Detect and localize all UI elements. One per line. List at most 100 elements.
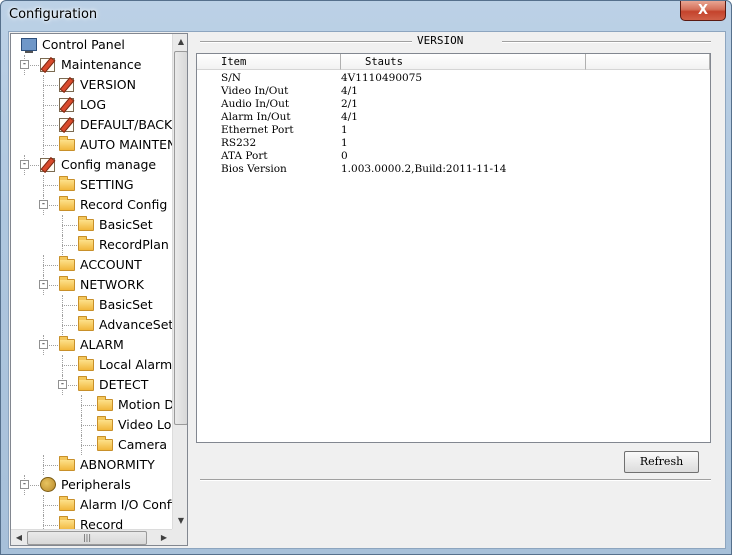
- tree-connector: [43, 125, 58, 126]
- expander-icon[interactable]: -: [20, 160, 29, 169]
- version-list[interactable]: Item Stauts S/N 4V1110490075 Video In/Out 4…: [196, 53, 711, 443]
- tree-item[interactable]: SETTING: [11, 175, 171, 195]
- tree-item[interactable]: - Maintenance: [11, 55, 171, 75]
- tree-item[interactable]: - NETWORK: [11, 275, 171, 295]
- tools-icon: [40, 158, 55, 172]
- tree-item[interactable]: Local Alarm: [11, 355, 172, 375]
- tree-item[interactable]: BasicSet: [11, 295, 171, 315]
- tree-connector: [43, 75, 44, 95]
- expander-icon[interactable]: -: [20, 60, 29, 69]
- folder-icon: [78, 316, 94, 331]
- expander-icon[interactable]: -: [39, 200, 48, 209]
- tree-item[interactable]: Camera M: [11, 435, 182, 455]
- scroll-up-icon[interactable]: ▲: [173, 34, 187, 50]
- tree-item[interactable]: ABNORMITY: [11, 455, 171, 475]
- tree-item[interactable]: AUTO MAINTENA: [11, 135, 185, 155]
- folder-icon: [59, 456, 75, 471]
- scroll-down-icon[interactable]: ▼: [173, 513, 187, 529]
- tree-vertical-scrollbar[interactable]: ▲ ▼: [172, 34, 187, 529]
- version-item-value: 0: [341, 150, 348, 162]
- expander-icon[interactable]: -: [58, 380, 67, 389]
- tree-connector: [62, 325, 77, 326]
- tree-connector: [43, 95, 44, 115]
- tree-item[interactable]: Motion De: [11, 395, 182, 415]
- tree-item[interactable]: DEFAULT/BACKU: [11, 115, 181, 135]
- tree-item[interactable]: AdvanceSet: [11, 315, 174, 335]
- version-item-name: RS232: [221, 137, 257, 149]
- version-item-name: Alarm In/Out: [221, 111, 291, 123]
- tree-item[interactable]: Video Loss: [11, 415, 184, 435]
- folder-icon: [59, 256, 75, 271]
- version-panel: VERSION Item Stauts S/N 4V1110490075 Video…: [194, 33, 724, 546]
- tree-item[interactable]: BasicSet: [11, 215, 171, 235]
- column-header-status[interactable]: Stauts: [341, 54, 586, 70]
- version-item-value: 4/1: [341, 85, 358, 97]
- tree-item[interactable]: - DETECT: [11, 375, 171, 395]
- tree-connector: [43, 255, 44, 275]
- tree-item[interactable]: - Peripherals: [11, 475, 171, 495]
- tree-horizontal-scroll-thumb[interactable]: |||: [27, 531, 147, 545]
- column-header-filler: [586, 54, 710, 70]
- close-button[interactable]: X: [680, 1, 726, 21]
- folder-icon: [59, 496, 75, 511]
- refresh-button[interactable]: Refresh: [624, 451, 699, 473]
- tree-connector: [62, 355, 63, 375]
- group-title: VERSION: [417, 34, 464, 47]
- tree-item-label: ACCOUNT: [80, 257, 142, 272]
- tree-item[interactable]: - Record Config: [11, 195, 171, 215]
- folder-icon: [59, 196, 75, 211]
- tree-item-label: NETWORK: [80, 277, 144, 292]
- version-item-name: ATA Port: [221, 150, 268, 162]
- tree-item[interactable]: Alarm I/O Config: [11, 495, 183, 515]
- tree-connector: [43, 175, 44, 195]
- tree-horizontal-scrollbar[interactable]: ◀ ||| ▶: [11, 529, 172, 545]
- scroll-corner: [172, 529, 187, 545]
- tree-connector: [43, 185, 58, 186]
- scroll-left-icon[interactable]: ◀: [11, 530, 27, 545]
- folder-icon: [97, 436, 113, 451]
- folder-icon: [78, 376, 94, 391]
- tree-connector: [43, 465, 58, 466]
- tree-item-label: BasicSet: [99, 217, 153, 232]
- edit-icon: [59, 78, 74, 92]
- expander-icon[interactable]: -: [20, 480, 29, 489]
- tree-item[interactable]: VERSION: [11, 75, 171, 95]
- tree-connector: [81, 395, 82, 415]
- tree-item-label: AUTO MAINTENA: [80, 137, 185, 152]
- tree-connector: [81, 405, 96, 406]
- version-item-value: 2/1: [341, 98, 358, 110]
- tree-item-label: AdvanceSet: [99, 317, 174, 332]
- tree-item[interactable]: Control Panel: [11, 35, 171, 55]
- tree-connector: [62, 315, 63, 335]
- tree-connector: [43, 495, 44, 515]
- tree-connector: [43, 135, 44, 155]
- folder-icon: [59, 136, 75, 151]
- tree-item-label: Peripherals: [61, 477, 131, 492]
- tree-item[interactable]: RecordPlan: [11, 235, 171, 255]
- tree-connector: [81, 435, 82, 455]
- title-bar[interactable]: Configuration X: [1, 1, 731, 29]
- tree-vertical-scroll-thumb[interactable]: [174, 51, 187, 425]
- tree-item-label: VERSION: [80, 77, 136, 92]
- tree-item[interactable]: - ALARM: [11, 335, 171, 355]
- tree-connector: [43, 85, 58, 86]
- expander-icon[interactable]: -: [39, 280, 48, 289]
- version-item-name: Bios Version: [221, 163, 287, 175]
- bottom-divider: [200, 479, 711, 481]
- tree-item[interactable]: ACCOUNT: [11, 255, 171, 275]
- expander-icon[interactable]: -: [39, 340, 48, 349]
- tree-item-label: DETECT: [99, 377, 149, 392]
- group-line-right: [502, 41, 711, 43]
- tree-item-label: RecordPlan: [99, 237, 169, 252]
- plug-icon: [40, 477, 56, 492]
- tree-item[interactable]: LOG: [11, 95, 171, 115]
- column-header-item[interactable]: Item: [197, 54, 341, 70]
- tree-item[interactable]: - Config manage: [11, 155, 171, 175]
- folder-icon: [78, 216, 94, 231]
- folder-icon: [97, 396, 113, 411]
- configuration-window: Configuration X Control Panel - Maintenanc…: [0, 0, 732, 555]
- version-item-value: 1.003.0000.2,Build:2011-11-14: [341, 163, 507, 175]
- scroll-right-icon[interactable]: ▶: [156, 530, 172, 545]
- tree-connector: [43, 455, 44, 475]
- group-line-left: [200, 41, 412, 43]
